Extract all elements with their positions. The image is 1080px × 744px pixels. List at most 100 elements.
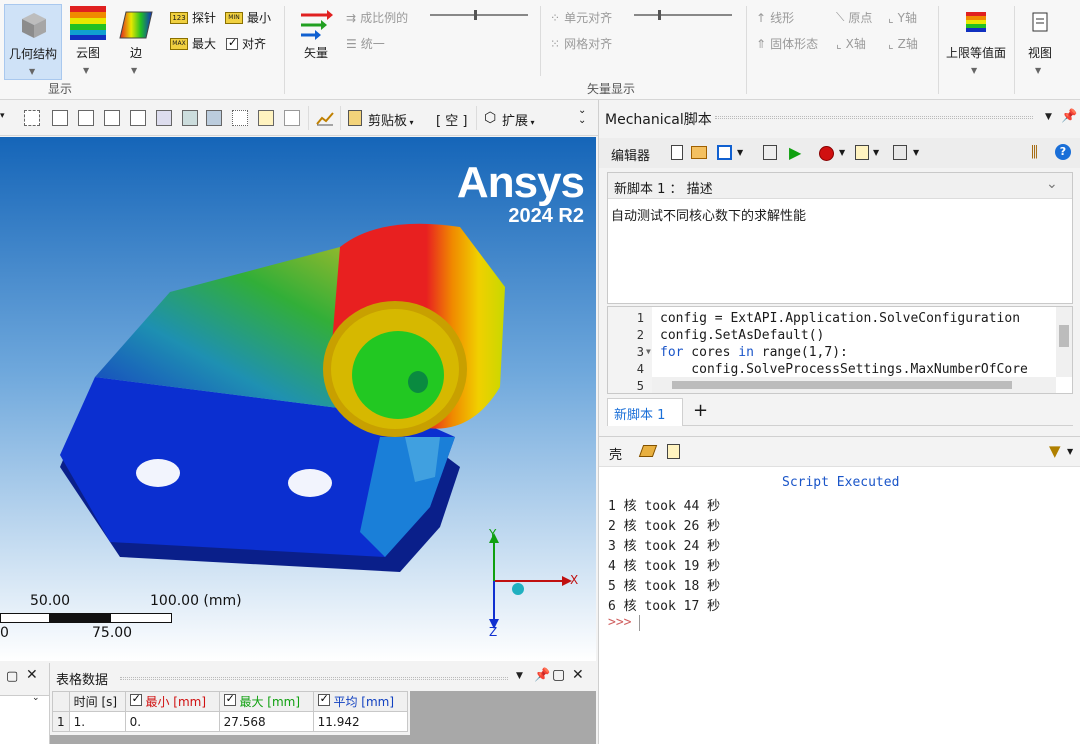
edge-button[interactable]: 边 ▼ [114, 4, 158, 80]
horizontal-scrollbar[interactable] [652, 377, 1056, 393]
chevron-down-icon[interactable]: ▾ [0, 111, 5, 121]
line-number: 1 [636, 311, 644, 325]
cell-min[interactable]: 0. [124, 711, 220, 732]
shell-prompt[interactable]: >>> [608, 615, 631, 630]
proportional-button[interactable]: ⇉ 成比例的 [346, 9, 408, 26]
scrollbar-thumb[interactable] [672, 381, 1012, 389]
view-button[interactable]: 视图 ▼ [1020, 4, 1060, 80]
debug-icon[interactable] [893, 145, 907, 160]
check-icon[interactable] [129, 692, 142, 706]
code-editor[interactable]: 1 2 3 4 5 ▼ config = ExtAPI.Application.… [607, 306, 1073, 394]
check-icon[interactable] [223, 692, 236, 706]
origin-button[interactable]: ⟍ 原点 [836, 9, 872, 26]
overflow-icon[interactable]: ⌄ [32, 693, 40, 703]
select-element-icon[interactable] [182, 110, 198, 126]
vector-length-slider[interactable] [430, 14, 528, 16]
pin-icon[interactable]: 📌 [1061, 109, 1077, 124]
fold-icon[interactable]: ▼ [646, 347, 651, 356]
probe-button[interactable]: 123 探针 [170, 9, 216, 26]
graphics-viewport[interactable]: Ansys 2024 R2 X Y Z 50.00 100.00 (mm) 0 … [0, 137, 596, 661]
table-side-gray [410, 691, 596, 735]
vertical-scrollbar[interactable] [1056, 307, 1072, 377]
run-icon[interactable]: ▶ [789, 143, 801, 162]
column-header-avg[interactable]: 平均 [mm] [312, 691, 408, 712]
column-header-max[interactable]: 最大 [mm] [218, 691, 314, 712]
check-icon[interactable] [317, 692, 330, 706]
y-axis-button[interactable]: ⌞ Y轴 [888, 9, 917, 26]
uniform-button[interactable]: ☰ 统一 [346, 35, 385, 52]
new-script-icon[interactable] [671, 145, 683, 160]
filter-icon[interactable]: ▼ [1049, 442, 1061, 460]
script-description-text[interactable]: 自动测试不同核心数下的求解性能 [611, 205, 806, 224]
chevron-down-icon[interactable]: ▼ [873, 148, 879, 157]
select-body-icon[interactable] [130, 110, 146, 126]
settings-sliders-icon[interactable]: ⫼ [1031, 143, 1038, 161]
scrollbar-thumb[interactable] [1059, 325, 1069, 347]
extend-menu[interactable]: 扩展 ▾ [502, 110, 535, 129]
vector-density-slider[interactable] [634, 14, 732, 16]
geometry-button[interactable]: 几何结构 ▼ [4, 4, 62, 80]
snippet-icon[interactable] [763, 145, 777, 160]
select-node-icon[interactable] [156, 110, 172, 126]
notes-icon[interactable] [667, 444, 680, 459]
cell-avg[interactable]: 11.942 [312, 711, 408, 732]
upper-iso-button[interactable]: 上限等值面 ▼ [942, 4, 1010, 80]
eraser-icon[interactable] [638, 445, 658, 457]
divider [476, 106, 477, 130]
help-icon[interactable]: ? [1055, 144, 1071, 160]
clipboard-icon [348, 110, 362, 126]
chevron-down-icon[interactable]: ▼ [1045, 112, 1052, 122]
chevron-down-icon[interactable]: ▼ [913, 148, 919, 157]
vector-button[interactable]: 矢量 [292, 4, 340, 80]
solid-form-button[interactable]: ⇑ 固体形态 [756, 35, 818, 52]
select-mode-icon[interactable] [24, 110, 40, 126]
maximize-icon[interactable]: ▢ [552, 667, 565, 683]
tab-new-script-1[interactable]: 新脚本 1 [607, 398, 683, 426]
cell-max[interactable]: 27.568 [218, 711, 314, 732]
cell-time[interactable]: 1. [68, 711, 126, 732]
element-align-button[interactable]: ⁘ 单元对齐 [550, 9, 612, 26]
close-icon[interactable]: ✕ [26, 667, 38, 683]
z-axis-button[interactable]: ⌞ Z轴 [888, 35, 918, 52]
slider-thumb[interactable] [658, 10, 661, 20]
grid-align-button[interactable]: ⁙ 网格对齐 [550, 35, 612, 52]
select-face-icon[interactable] [52, 110, 68, 126]
select-edge-icon[interactable] [78, 110, 94, 126]
chevron-down-icon[interactable]: ▼ [1067, 447, 1073, 456]
shell-console[interactable]: 壳 ▼ ▼ Script Executed 1 核 took 44 秒 2 核 … [599, 436, 1080, 744]
chevron-down-icon[interactable]: ▼ [737, 148, 743, 157]
chevron-down-icon[interactable]: ▼ [516, 671, 523, 681]
probe-tool-icon[interactable] [258, 110, 274, 126]
script-description-box[interactable]: 新脚本 1 ： 描述 ⌄ 自动测试不同核心数下的求解性能 [607, 172, 1073, 304]
line-form-button[interactable]: ↑ 线形 [756, 9, 794, 26]
min-button[interactable]: MIN 最小 [225, 9, 271, 26]
max-button[interactable]: MAX 最大 [170, 35, 216, 52]
chevron-down-icon[interactable]: ⌄ [1046, 176, 1058, 192]
panel-content-stub [0, 695, 49, 744]
close-icon[interactable]: ✕ [572, 667, 584, 683]
contour-button[interactable]: 云图 ▼ [64, 4, 112, 80]
table-row[interactable]: 1 1. 0. 27.568 11.942 [52, 711, 408, 732]
save-icon[interactable] [717, 145, 732, 160]
notes-icon[interactable] [855, 145, 869, 160]
align-checkbox[interactable]: 对齐 [226, 35, 266, 52]
x-axis-button[interactable]: ⌞ X轴 [836, 35, 866, 52]
label-tool-icon[interactable] [284, 110, 300, 126]
open-folder-icon[interactable] [691, 146, 707, 159]
slider-thumb[interactable] [474, 10, 477, 20]
pin-icon[interactable]: 📌 [534, 668, 550, 683]
select-element-face-icon[interactable] [206, 110, 222, 126]
clipboard-menu[interactable]: 剪贴板 ▾ [368, 110, 414, 129]
add-tab-button[interactable]: + [693, 400, 708, 421]
column-header-time[interactable]: 时间 [s] [68, 691, 126, 712]
chevron-down-icon[interactable]: ▼ [839, 148, 845, 157]
select-vertex-icon[interactable] [104, 110, 120, 126]
toolbar-overflow-icon[interactable]: ⌄ ⌄ [578, 106, 586, 126]
tabular-data-table[interactable]: 时间 [s] 最小 [mm] 最大 [mm] 平均 [mm] 1 1. 0. 2… [52, 691, 408, 732]
select-mesh-icon[interactable] [232, 110, 248, 126]
chart-line-icon[interactable] [316, 110, 334, 126]
element-align-icon: ⁘ [550, 10, 561, 25]
maximize-icon[interactable]: ▢ [6, 669, 18, 684]
record-icon[interactable] [819, 146, 834, 161]
column-header-min[interactable]: 最小 [mm] [124, 691, 220, 712]
